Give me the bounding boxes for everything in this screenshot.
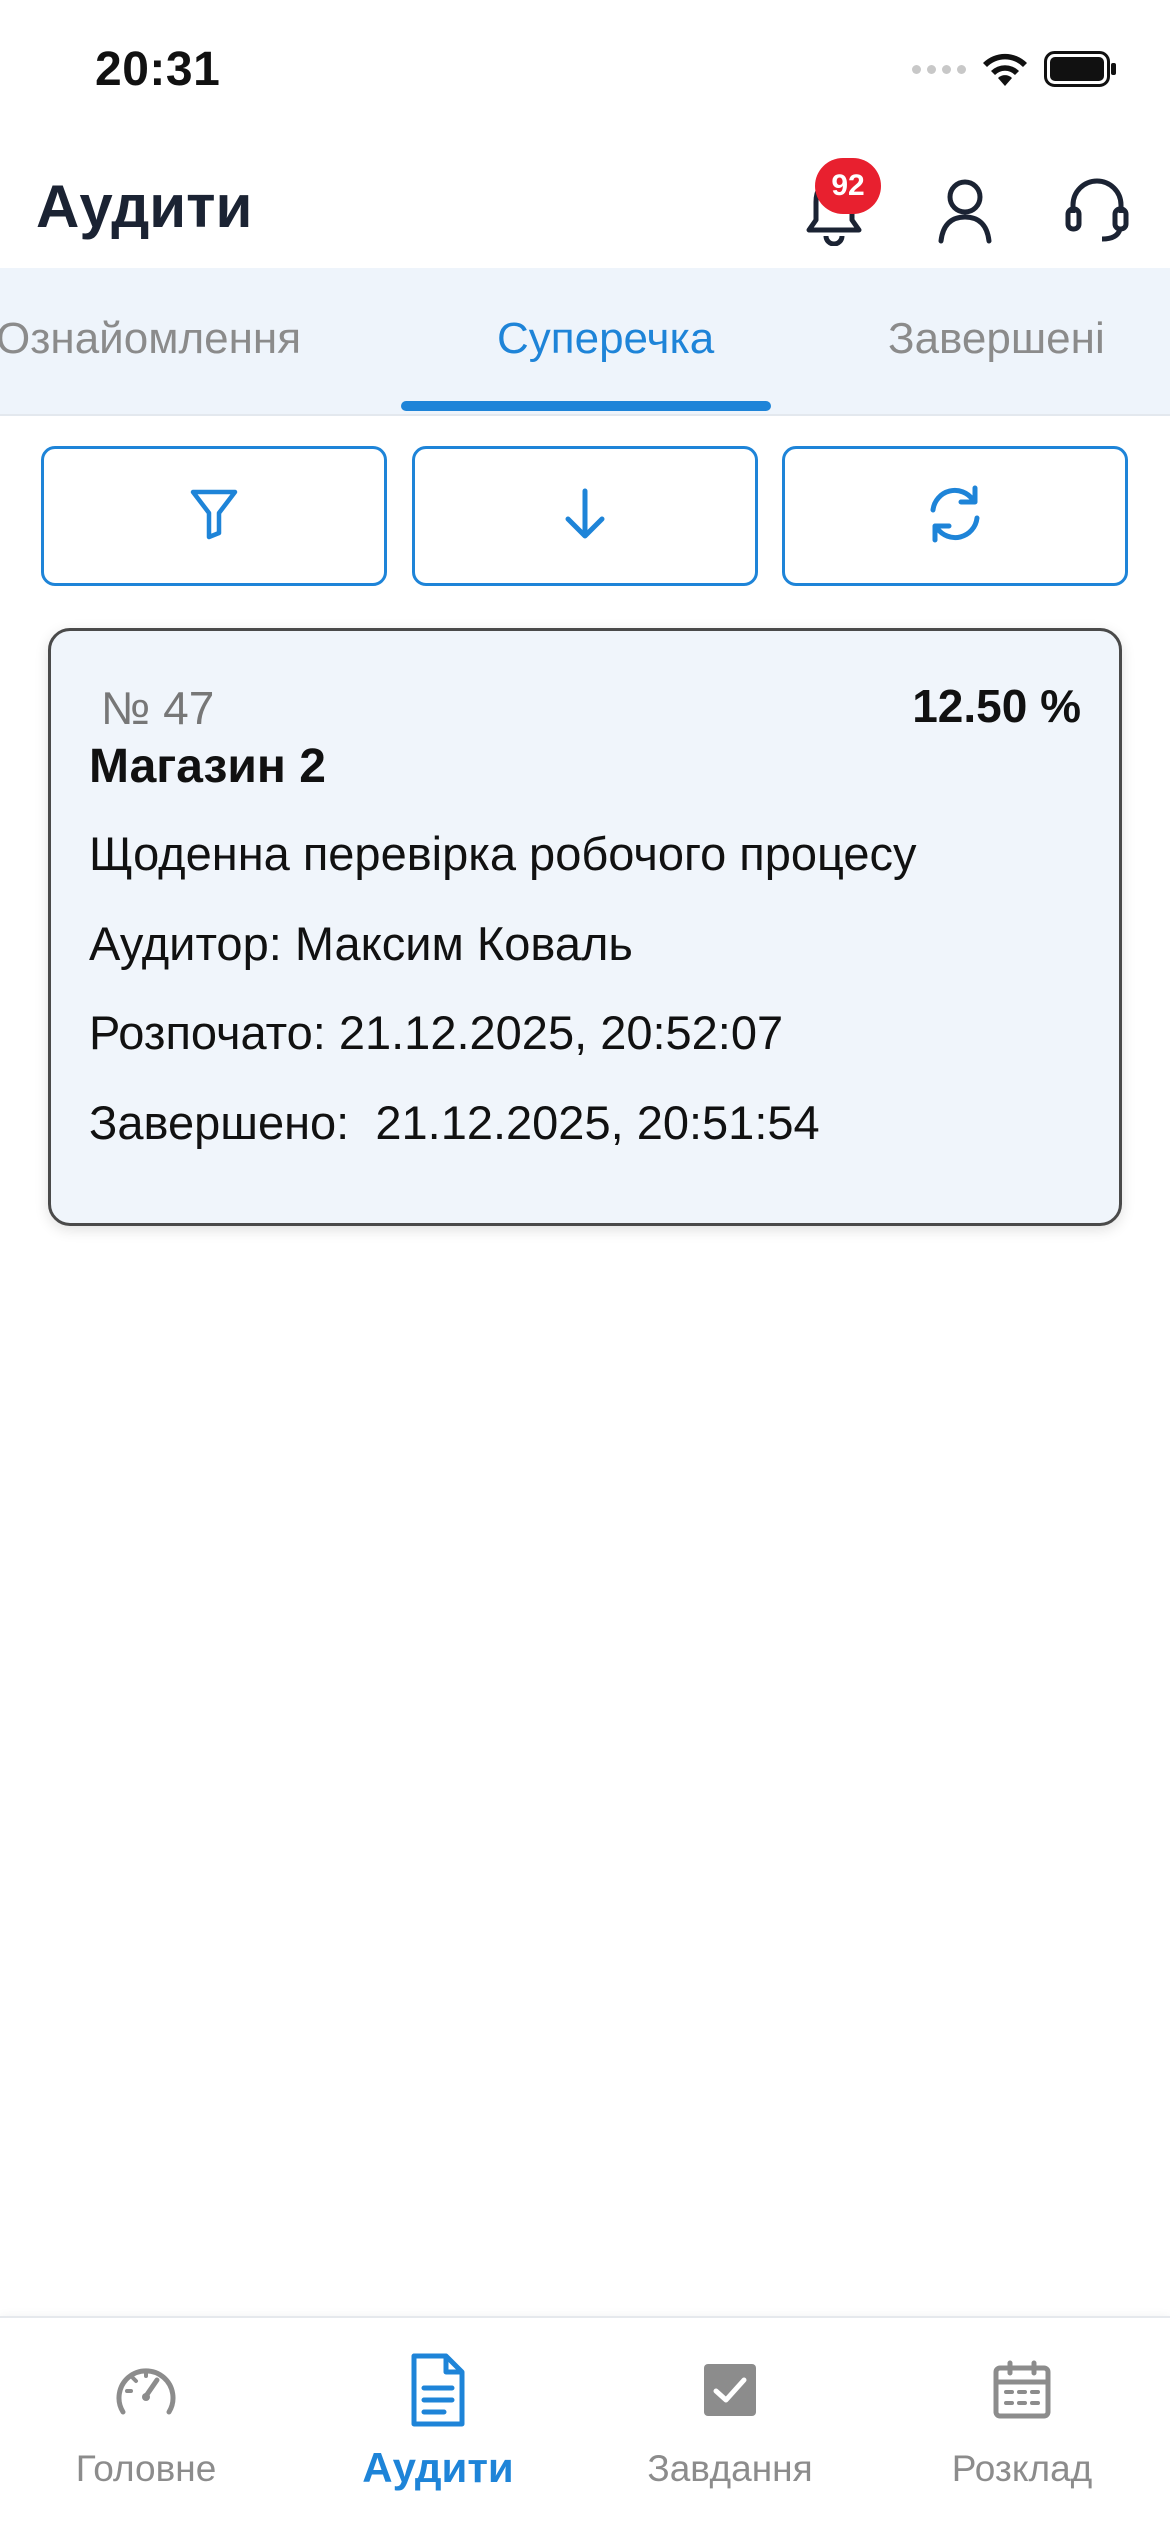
auditor-name: Аудитор: Максим Коваль	[89, 917, 633, 970]
refresh-button[interactable]	[782, 446, 1128, 586]
status-bar: 20:31	[0, 0, 1170, 150]
arrow-down-icon	[562, 487, 608, 546]
nav-label-home: Головне	[75, 2448, 217, 2489]
status-indicators	[912, 50, 1118, 88]
started-date: Розпочато: 21.12.2025, 20:52:07	[89, 1006, 784, 1059]
tab-completed[interactable]: Завершені	[888, 314, 1105, 364]
screen: 20:31 Аудити 92 Ознайомлення Суперечка З…	[0, 0, 1170, 2532]
nav-item-audits[interactable]: Аудити	[292, 2348, 584, 2492]
status-time: 20:31	[95, 43, 221, 96]
nav-label-tasks: Завдання	[647, 2448, 813, 2489]
finished-date: Завершено: 21.12.2025, 20:51:54	[89, 1096, 820, 1149]
audit-card[interactable]: № 47 12.50 % Магазин 2 Щоденна перевірка…	[48, 628, 1122, 1226]
app-header: Аудити	[0, 150, 1170, 268]
notification-badge: 92	[815, 158, 881, 214]
wifi-icon	[980, 50, 1030, 88]
active-tab-indicator	[401, 401, 771, 411]
headset-icon[interactable]	[1057, 170, 1137, 250]
download-button[interactable]	[412, 446, 758, 586]
nav-label-schedule: Розклад	[951, 2448, 1093, 2489]
tab-bar: Ознайомлення Суперечка Завершені	[0, 268, 1170, 414]
tabs-divider	[0, 414, 1170, 416]
page-title: Аудити	[36, 173, 253, 240]
calendar-icon	[992, 2348, 1052, 2432]
bottom-nav: Головне Аудити Завдання Розклад	[0, 2316, 1170, 2532]
audit-number: № 47	[101, 682, 215, 734]
battery-icon	[1044, 51, 1118, 87]
filter-button[interactable]	[41, 446, 387, 586]
user-icon[interactable]	[925, 170, 1005, 250]
nav-label-audits: Аудити	[362, 2444, 514, 2491]
filter-icon	[189, 487, 239, 546]
cellular-signal-icon	[912, 64, 966, 74]
speedometer-icon	[113, 2348, 179, 2432]
store-name: Магазин 2	[89, 740, 326, 793]
nav-item-home[interactable]: Головне	[0, 2348, 292, 2490]
document-icon	[408, 2348, 468, 2432]
audit-description: Щоденна перевірка робочого процесу	[89, 827, 917, 880]
audit-score: 12.50 %	[912, 680, 1081, 732]
refresh-icon	[923, 482, 987, 551]
tab-review[interactable]: Ознайомлення	[0, 314, 301, 364]
tab-dispute[interactable]: Суперечка	[497, 314, 714, 364]
nav-item-schedule[interactable]: Розклад	[876, 2348, 1168, 2490]
nav-item-tasks[interactable]: Завдання	[584, 2348, 876, 2490]
checkbox-icon	[702, 2348, 758, 2432]
